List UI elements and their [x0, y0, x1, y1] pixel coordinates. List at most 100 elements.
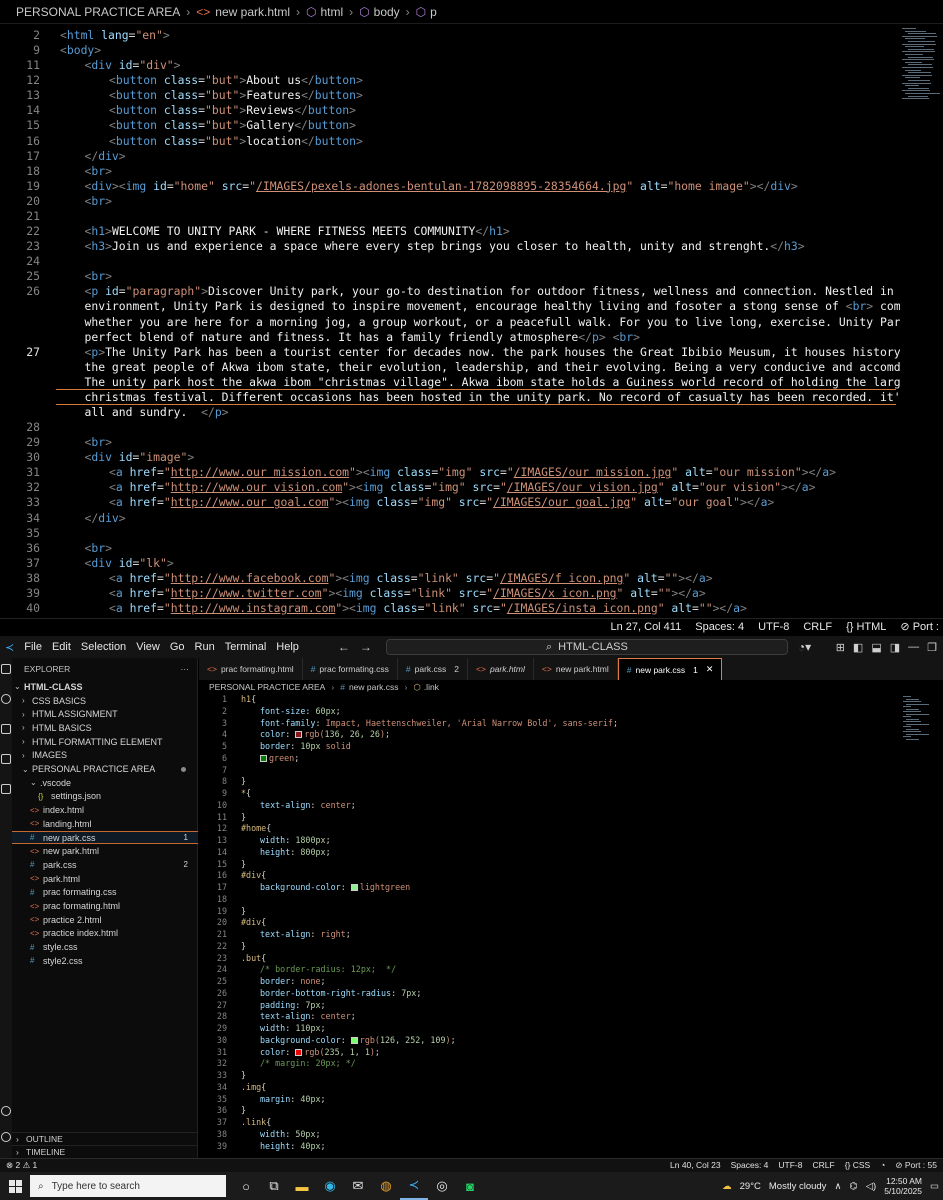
mail-icon[interactable]: ✉	[344, 1172, 372, 1200]
code-line[interactable]: }	[241, 776, 246, 786]
code-line[interactable]: <br>	[85, 435, 112, 449]
code-line[interactable]: <div id="image">	[85, 450, 195, 464]
editor-tab[interactable]: <> new park.html	[534, 658, 618, 680]
code-line[interactable]: }	[241, 906, 246, 916]
forward-arrow-icon[interactable]: →	[360, 640, 372, 654]
code-line[interactable]: height: 800px;	[260, 847, 331, 857]
language-mode[interactable]: {} CSS	[845, 1160, 871, 1171]
html-code-area[interactable]: 2 <html lang="en"> 9 <body> 11 <div id="div">…	[0, 24, 900, 618]
code-line[interactable]: <html lang="en">	[60, 28, 170, 42]
weather-text[interactable]: Mostly cloudy	[769, 1181, 827, 1192]
code-line[interactable]: the great people of Akwa ibom state, the…	[85, 360, 901, 374]
menu-file[interactable]: File	[19, 641, 47, 653]
code-line[interactable]: margin: 40px;	[260, 1094, 326, 1104]
chevron-up-icon[interactable]: ∧	[834, 1181, 841, 1192]
code-line[interactable]: .img{	[241, 1082, 266, 1092]
tree-file[interactable]: {} settings.json	[12, 790, 198, 804]
source-control-icon[interactable]	[1, 724, 11, 734]
toggle-sidebar-icon[interactable]: ◧	[853, 641, 863, 654]
minimap[interactable]	[900, 24, 943, 104]
tree-file[interactable]: <> index.html	[12, 803, 198, 817]
tree-folder[interactable]: › HTML BASICS	[12, 721, 198, 735]
account-icon[interactable]	[1, 1106, 11, 1116]
tree-file[interactable]: # new park.css 1	[12, 830, 198, 845]
copilot-icon[interactable]: ◔▾	[798, 640, 811, 654]
breadcrumb-item[interactable]: p	[430, 5, 437, 19]
notifications-icon[interactable]: ▭	[930, 1181, 939, 1192]
search-icon[interactable]	[1, 694, 11, 704]
restore-icon[interactable]: ❐	[927, 641, 937, 654]
code-line[interactable]: <h1>WELCOME TO UNITY PARK - WHERE FITNES…	[85, 224, 510, 238]
code-line[interactable]: font-size: 60px;	[260, 706, 341, 716]
code-line[interactable]: /* margin: 20px; */	[260, 1058, 356, 1068]
language-mode[interactable]: {} HTML	[846, 621, 886, 633]
clock[interactable]: 12:50 AM 5/10/2025	[884, 1176, 922, 1196]
code-line[interactable]: #div{	[241, 870, 266, 880]
code-line[interactable]: <button class="but">Features</button>	[109, 88, 363, 102]
editor-tab[interactable]: <> prac formating.html	[199, 658, 303, 680]
tree-file[interactable]: <> park.html	[12, 872, 198, 886]
toggle-panel-icon[interactable]: ⬓	[871, 641, 881, 654]
code-line[interactable]: <div><img id="home" src="/IMAGES/pexels-…	[85, 179, 798, 193]
code-line[interactable]: <p id="paragraph">Discover Unity park, y…	[85, 284, 901, 298]
code-line[interactable]: #home{	[241, 823, 271, 833]
breadcrumb-item[interactable]: html	[320, 5, 343, 19]
code-line[interactable]: }	[241, 941, 246, 951]
breadcrumb-item[interactable]: new park.css	[349, 682, 399, 692]
code-line[interactable]: background-color: rgb(126, 252, 109);	[260, 1035, 456, 1045]
tree-folder[interactable]: › HTML ASSIGNMENT	[12, 707, 198, 721]
code-line[interactable]: <div id="lk">	[85, 556, 174, 570]
code-line[interactable]: h1{	[241, 694, 256, 704]
code-line[interactable]: The unity park host the akwa ibom "chris…	[85, 375, 901, 389]
file-explorer-icon[interactable]: ▬	[288, 1172, 316, 1200]
code-line[interactable]: border: 10px solid	[260, 741, 351, 751]
chrome-icon[interactable]: ◍	[372, 1172, 400, 1200]
code-line[interactable]: }	[241, 1105, 246, 1115]
code-line[interactable]: all and sundry. </p>	[85, 405, 229, 419]
edge-browser-icon[interactable]: ◉	[316, 1172, 344, 1200]
command-center-search[interactable]: ⌕ HTML-CLASS	[385, 639, 788, 655]
gear-icon[interactable]	[1, 1132, 11, 1142]
code-line[interactable]: border-bottom-right-radius: 7px;	[260, 988, 421, 998]
encoding[interactable]: UTF-8	[778, 1160, 802, 1171]
code-line[interactable]: <br>	[85, 164, 112, 178]
code-line[interactable]: <h3>Join us and experience a space where…	[85, 239, 805, 253]
line-ending[interactable]: CRLF	[813, 1160, 835, 1171]
code-line[interactable]: font-family: Impact, Haettenschweiler, '…	[260, 718, 618, 728]
code-line[interactable]: <br>	[85, 194, 112, 208]
whatsapp-icon[interactable]: ◙	[456, 1172, 484, 1200]
code-line[interactable]: <a href="http://www.our mission.com"><im…	[109, 465, 836, 479]
code-line[interactable]: green;	[260, 753, 299, 763]
taskbar-search[interactable]: ⌕ Type here to search	[30, 1175, 226, 1197]
menu-go[interactable]: Go	[165, 641, 190, 653]
tree-file[interactable]: # style.css	[12, 940, 198, 954]
tree-file[interactable]: # style2.css	[12, 954, 198, 968]
editor-tab[interactable]: # new park.css 1 ✕	[617, 658, 723, 680]
minimize-icon[interactable]: —	[908, 641, 919, 654]
port-status[interactable]: ⊘ Port : 55	[895, 1160, 937, 1171]
code-line[interactable]: color: rgb(235, 1, 1);	[260, 1047, 380, 1057]
line-ending[interactable]: CRLF	[803, 621, 832, 633]
code-line[interactable]: <p>The Unity Park has been a tourist cen…	[85, 345, 901, 359]
vscode-icon[interactable]: ≺	[400, 1172, 428, 1200]
code-line[interactable]: }	[241, 812, 246, 822]
code-line[interactable]: background-color: lightgreen	[260, 882, 410, 892]
breadcrumb-item[interactable]: new park.html	[215, 5, 290, 19]
network-icon[interactable]: ⌬	[849, 1181, 857, 1192]
menu-help[interactable]: Help	[271, 641, 304, 653]
code-line[interactable]: </div>	[85, 149, 126, 163]
code-line[interactable]: environment, Unity Park is designed to i…	[85, 299, 901, 313]
weather-temp[interactable]: 29°C	[740, 1181, 761, 1192]
toggle-secondary-sidebar-icon[interactable]: ◨	[890, 641, 900, 654]
code-line[interactable]: </div>	[85, 511, 126, 525]
indentation[interactable]: Spaces: 4	[731, 1160, 769, 1171]
code-line[interactable]: <a href="http://www.our vision.com"><img…	[109, 480, 815, 494]
more-actions-icon[interactable]: ···	[181, 664, 190, 674]
code-line[interactable]: <button class="but">location</button>	[109, 134, 363, 148]
menu-terminal[interactable]: Terminal	[220, 641, 272, 653]
code-line[interactable]: padding: 7px;	[260, 1000, 326, 1010]
tree-folder[interactable]: ⌄ HTML-CLASS	[12, 680, 198, 694]
code-line[interactable]: perfect blend of nature and fitness. It …	[85, 330, 641, 344]
menu-edit[interactable]: Edit	[47, 641, 76, 653]
breadcrumb-item[interactable]: PERSONAL PRACTICE AREA	[16, 5, 180, 19]
